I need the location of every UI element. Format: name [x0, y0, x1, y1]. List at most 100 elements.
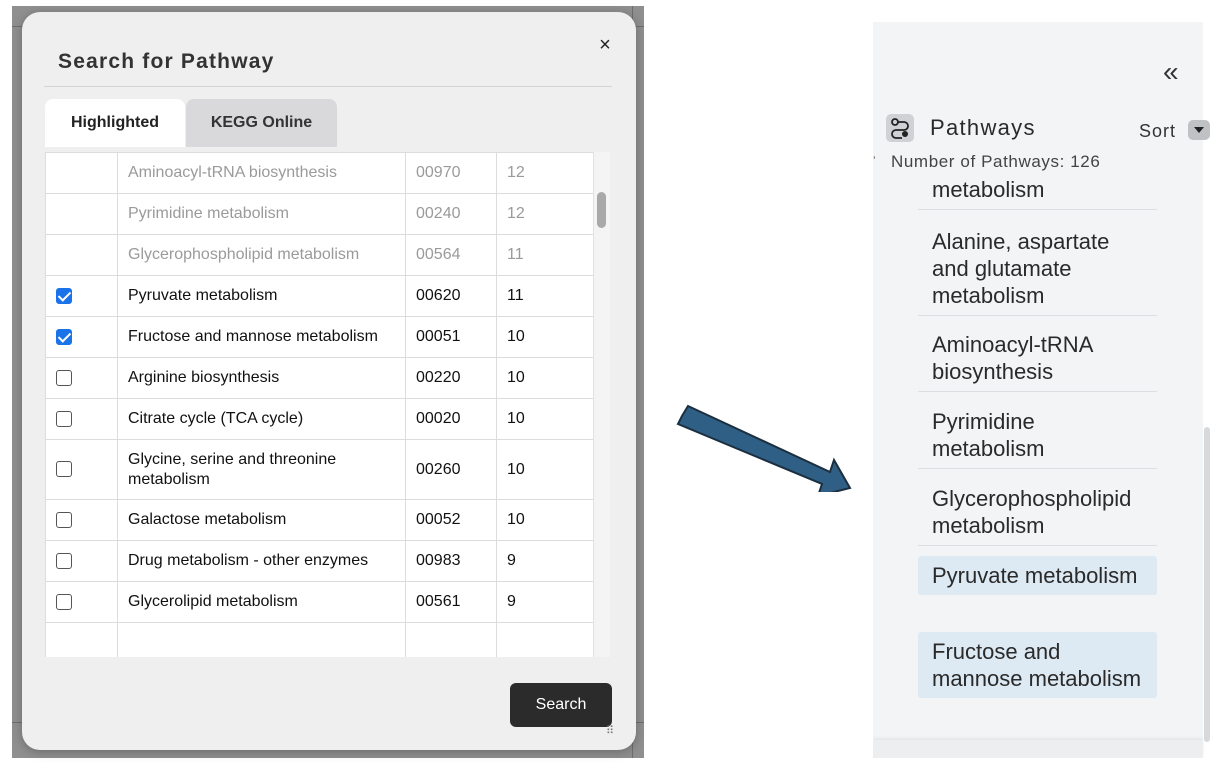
- pathway-list-item[interactable]: Fructose and mannose metabolism: [918, 632, 1157, 698]
- pathway-count-cell: 10: [496, 316, 594, 358]
- tab-highlighted[interactable]: Highlighted: [45, 99, 185, 147]
- sort-dropdown-button[interactable]: [1188, 120, 1210, 140]
- arrow-right-icon: [676, 404, 852, 492]
- close-icon: ×: [599, 34, 611, 56]
- pathway-count-cell: 10: [496, 357, 594, 399]
- table-row-partial: [45, 622, 594, 657]
- row-select-cell: [45, 316, 118, 358]
- pathway-id-cell: 00052: [405, 499, 497, 541]
- panel-footer: [873, 740, 1203, 758]
- pathway-list-item[interactable]: Alanine, aspartate and glutamate metabol…: [918, 222, 1157, 316]
- table-row[interactable]: Galactose metabolism 00052 10: [45, 499, 594, 541]
- pathway-name-cell: Glycine, serine and threonine metabolism: [117, 439, 406, 500]
- row-select-cell: [45, 193, 118, 235]
- pathway-count-cell: 12: [496, 152, 594, 194]
- row-select-cell: [45, 398, 118, 440]
- pathway-name-cell: Drug metabolism - other enzymes: [117, 540, 406, 582]
- row-checkbox[interactable]: [56, 552, 72, 569]
- row-checkbox[interactable]: [56, 461, 72, 478]
- table-row[interactable]: Drug metabolism - other enzymes 00983 9: [45, 540, 594, 582]
- search-button[interactable]: Search: [510, 683, 612, 727]
- row-checkbox[interactable]: [56, 369, 72, 386]
- pathway-count-cell: 11: [496, 234, 594, 276]
- pathway-count-cell: 12: [496, 193, 594, 235]
- table-row[interactable]: Glycerolipid metabolism 00561 9: [45, 581, 594, 623]
- table-row[interactable]: Aminoacyl-tRNA biosynthesis 00970 12: [45, 152, 594, 194]
- row-checkbox[interactable]: [56, 593, 72, 610]
- row-checkbox[interactable]: [56, 328, 72, 345]
- row-select-cell: [45, 581, 118, 623]
- pathway-count-cell: 10: [496, 439, 594, 500]
- double-chevron-left-icon: «: [1163, 56, 1179, 87]
- tab-label: Highlighted: [71, 114, 159, 131]
- pathway-name-cell: Galactose metabolism: [117, 499, 406, 541]
- table-row[interactable]: Fructose and mannose metabolism 00051 10: [45, 316, 594, 358]
- pathway-name-cell: Pyruvate metabolism: [117, 275, 406, 317]
- pathway-list-item[interactable]: Aminoacyl-tRNA biosynthesis: [918, 325, 1157, 392]
- row-select-cell: [45, 439, 118, 500]
- pathway-id-cell: 00051: [405, 316, 497, 358]
- table-row[interactable]: Glycerophospholipid metabolism 00564 11: [45, 234, 594, 276]
- pathway-id-cell: 00983: [405, 540, 497, 582]
- pathways-panel: « Pathways Sort ʼ Number of Pathways: 12…: [873, 22, 1211, 758]
- row-checkbox[interactable]: [56, 410, 72, 427]
- pathway-count-cell: 9: [496, 581, 594, 623]
- pathway-name-cell: Aminoacyl-tRNA biosynthesis: [117, 152, 406, 194]
- tab-label: KEGG Online: [210, 114, 313, 131]
- pathway-id-cell: 00220: [405, 357, 497, 399]
- pathway-count-cell: 11: [496, 275, 594, 317]
- table-row[interactable]: Pyruvate metabolism 00620 11: [45, 275, 594, 317]
- pathway-id-cell: 00620: [405, 275, 497, 317]
- pathway-list-item-label: Glycerophospholipid metabolism: [932, 486, 1132, 538]
- pathway-list-item[interactable]: Pyrimidine metabolism: [918, 402, 1157, 469]
- row-select-cell: [45, 234, 118, 276]
- pathway-name-cell: Glycerolipid metabolism: [117, 581, 406, 623]
- table-row[interactable]: Glycine, serine and threonine metabolism…: [45, 439, 594, 500]
- partial-cell: [405, 622, 497, 657]
- partial-cell: [496, 622, 594, 657]
- pathway-list-item-label: Alanine, aspartate and glutamate metabol…: [932, 229, 1110, 308]
- close-button[interactable]: ×: [594, 34, 616, 56]
- search-button-label: Search: [535, 696, 587, 713]
- pathway-list-item-label: Pyrimidine metabolism: [932, 409, 1045, 461]
- table-row[interactable]: Citrate cycle (TCA cycle) 00020 10: [45, 398, 594, 440]
- row-select-cell: [45, 357, 118, 399]
- panel-title: Pathways: [930, 115, 1036, 140]
- row-checkbox[interactable]: [56, 287, 72, 304]
- pathway-id-cell: 00020: [405, 398, 497, 440]
- pathway-list-item-label: Pyruvate metabolism: [932, 563, 1138, 588]
- tab-kegg-online[interactable]: KEGG Online: [186, 99, 337, 147]
- table-scroll-thumb[interactable]: [597, 192, 606, 228]
- collapse-button[interactable]: «: [1163, 56, 1179, 88]
- pathway-id-cell: 00564: [405, 234, 497, 276]
- pathway-name-cell: Pyrimidine metabolism: [117, 193, 406, 235]
- table-row[interactable]: Arginine biosynthesis 00220 10: [45, 357, 594, 399]
- partial-cell: [45, 622, 118, 657]
- row-select-cell: [45, 152, 118, 194]
- pathway-list-item[interactable]: Pyruvate metabolism: [918, 556, 1157, 595]
- title-divider: [44, 86, 612, 87]
- pathway-name-cell: Glycerophospholipid metabolism: [117, 234, 406, 276]
- partial-cell: [117, 622, 406, 657]
- modal-title: Search for Pathway: [58, 50, 275, 73]
- pathway-count-cell: 10: [496, 499, 594, 541]
- pathway-name-cell: Fructose and mannose metabolism: [117, 316, 406, 358]
- pathway-list-item-label: metabolism: [932, 177, 1045, 202]
- row-checkbox[interactable]: [56, 511, 72, 528]
- pathway-id-cell: 00970: [405, 152, 497, 194]
- pathway-list-item-label: Aminoacyl-tRNA biosynthesis: [932, 332, 1093, 384]
- pathway-id-cell: 00240: [405, 193, 497, 235]
- pathway-count-cell: 9: [496, 540, 594, 582]
- pathway-list-item[interactable]: metabolism: [918, 176, 1157, 210]
- panel-scrollbar[interactable]: [1204, 427, 1210, 742]
- resize-grip-icon[interactable]: ⠿: [606, 726, 620, 742]
- pathway-name-cell: Citrate cycle (TCA cycle): [117, 398, 406, 440]
- pathway-table: Aminoacyl-tRNA biosynthesis 00970 12 Pyrimi…: [45, 152, 610, 657]
- pathway-list-item-label: Fructose and mannose metabolism: [932, 639, 1142, 691]
- sort-label[interactable]: Sort: [1139, 121, 1176, 142]
- pathway-id-cell: 00561: [405, 581, 497, 623]
- pathway-name-cell: Arginine biosynthesis: [117, 357, 406, 399]
- count-marker: ʼ: [873, 154, 876, 168]
- pathway-list-item[interactable]: Glycerophospholipid metabolism: [918, 479, 1157, 546]
- table-row[interactable]: Pyrimidine metabolism 00240 12: [45, 193, 594, 235]
